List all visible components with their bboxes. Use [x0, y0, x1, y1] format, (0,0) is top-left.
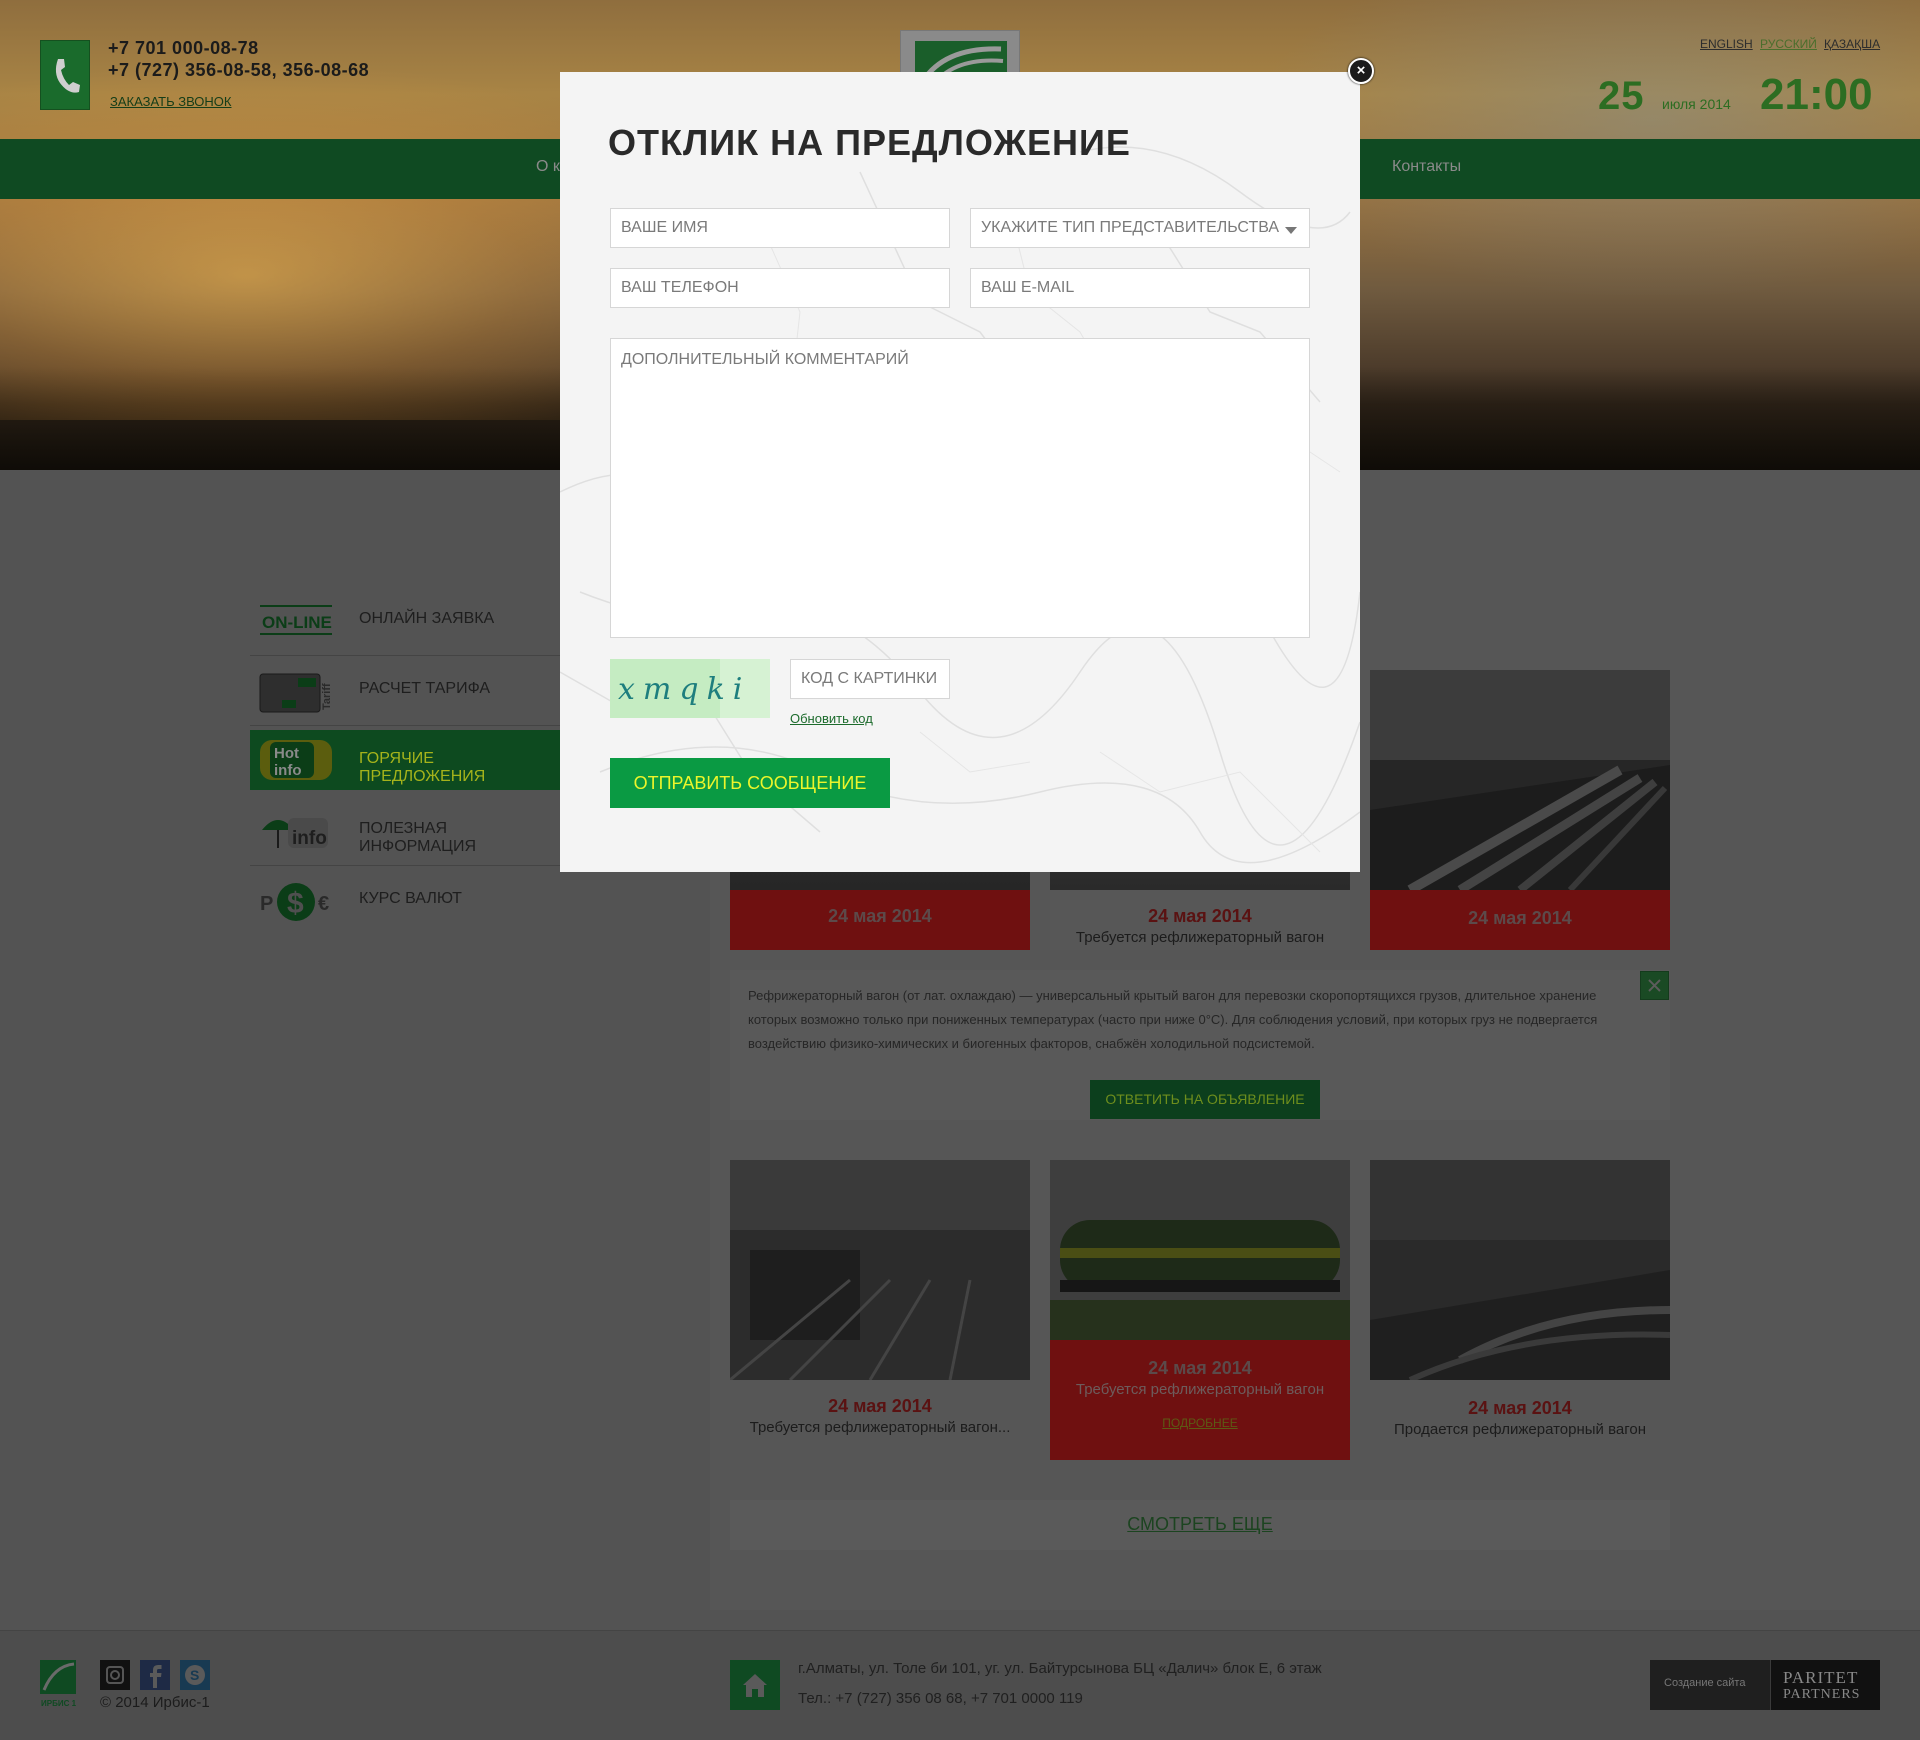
offer-card[interactable]: 24 мая 2014 Требуется рефлижераторный ва…: [730, 1160, 1030, 1450]
sidebar-item-tariff[interactable]: Tariff РАСЧЕТ ТАРИФА: [250, 656, 560, 726]
svg-text:ИРБИС 1: ИРБИС 1: [41, 1699, 76, 1708]
offer-date: 24 мая 2014: [828, 1396, 932, 1416]
footer-address: г.Алматы, ул. Толе би 101, уг. ул. Байту…: [798, 1660, 1322, 1677]
see-more-link[interactable]: СМОТРЕТЬ ЕЩЕ: [730, 1514, 1670, 1535]
close-icon[interactable]: [1640, 971, 1669, 1000]
info-umbrella-icon: info: [258, 810, 338, 854]
lang-english[interactable]: ENGLISH: [1700, 37, 1753, 51]
offer-date: 24 мая 2014: [1148, 1358, 1252, 1378]
phone-input[interactable]: [610, 268, 950, 308]
svg-text:$: $: [287, 887, 304, 920]
modal-close-button[interactable]: ×: [1348, 58, 1374, 84]
offer-date: 24 мая 2014: [828, 906, 932, 926]
sidebar-item-label: ОНЛАЙН ЗАЯВКА: [359, 610, 495, 627]
hot-info-icon: Hot info: [258, 738, 338, 782]
select-placeholder: УКАЖИТЕ ТИП ПРЕДСТАВИТЕЛЬСТВА: [981, 219, 1280, 236]
online-icon: ON-LINE: [258, 600, 338, 644]
footer-logo[interactable]: ИРБИС 1: [40, 1660, 77, 1710]
chevron-down-icon: [1285, 227, 1297, 234]
offer-photo: [1050, 1160, 1350, 1340]
offer-title: Продается рефлижераторный вагон: [1393, 1421, 1647, 1438]
developer-badge[interactable]: Создание сайта PARITET PARTNERS: [1650, 1660, 1880, 1710]
offer-description-text: Рефрижераторный вагон (от лат. охлаждаю)…: [748, 988, 1598, 1051]
svg-text:Tariff: Tariff: [321, 683, 333, 710]
header-phone-1: +7 701 000-08-78: [108, 38, 259, 58]
offer-caption: 24 мая 2014 Требуется рефлижераторный ва…: [1050, 890, 1350, 950]
offer-caption: 24 мая 2014: [730, 890, 1030, 950]
current-time: 21:00: [1760, 70, 1873, 119]
sidebar-item-label: РАСЧЕТ ТАРИФА: [359, 680, 491, 697]
facebook-icon[interactable]: [140, 1660, 170, 1690]
phone-icon: [40, 40, 90, 110]
nav-item-about[interactable]: О к: [536, 158, 560, 176]
offer-date: 24 мая 2014: [1468, 1398, 1572, 1418]
home-icon: [730, 1660, 780, 1710]
developer-logo: PARITET PARTNERS: [1770, 1660, 1880, 1710]
comment-textarea[interactable]: [610, 338, 1310, 638]
developer-name-1: PARITET: [1783, 1668, 1859, 1687]
offer-photo: [1370, 1160, 1670, 1380]
offer-date: 24 мая 2014: [1148, 906, 1252, 926]
sidebar-item-currency[interactable]: Р $ € КУРС ВАЛЮТ: [250, 866, 560, 936]
sidebar-item-label: ПОЛЕЗНАЯ ИНФОРМАЦИЯ: [359, 820, 477, 855]
footer-phone: Тел.: +7 (727) 356 08 68, +7 701 0000 11…: [798, 1690, 1083, 1707]
menu-divider: [250, 725, 560, 726]
svg-text:Hot: Hot: [274, 745, 299, 762]
svg-text:info: info: [292, 828, 327, 849]
lang-kazakh[interactable]: ҚАЗАҚША: [1824, 37, 1880, 51]
svg-text:xmqki: xmqki: [618, 672, 750, 707]
answer-offer-button[interactable]: ОТВЕТИТЬ НА ОБЪЯВЛЕНИЕ: [1090, 1080, 1320, 1119]
currency-icon: Р $ €: [258, 880, 338, 924]
offer-title: Требуется рефлижераторный вагон: [1075, 1381, 1325, 1398]
header-phone-2: +7 (727) 356-08-58, 356-08-68: [108, 60, 370, 80]
offer-title: Требуется рефлижераторный вагон: [1075, 929, 1325, 946]
offer-title: Требуется рефлижераторный вагон...: [749, 1419, 1011, 1436]
offer-photo: [1370, 670, 1670, 890]
svg-text:info: info: [274, 762, 302, 779]
sidebar-item-online[interactable]: ON-LINE ОНЛАЙН ЗАЯВКА: [250, 586, 560, 656]
svg-text:S: S: [190, 1667, 199, 1683]
refresh-captcha-link[interactable]: Обновить код: [790, 711, 873, 726]
captcha-image: xmqki: [610, 659, 770, 718]
sidebar-item-useful-info[interactable]: info ПОЛЕЗНАЯ ИНФОРМАЦИЯ: [250, 796, 560, 866]
date-day: 25: [1598, 74, 1645, 118]
svg-text:€: €: [318, 893, 329, 915]
sidebar-item-hot-offers[interactable]: Hot info ГОРЯЧИЕ ПРЕДЛОЖЕНИЯ: [250, 730, 560, 790]
developer-name-2: PARTNERS: [1783, 1687, 1861, 1702]
send-message-button[interactable]: ОТПРАВИТЬ СООБЩЕНИЕ: [610, 758, 890, 808]
representation-type-select[interactable]: УКАЖИТЕ ТИП ПРЕДСТАВИТЕЛЬСТВА: [970, 208, 1310, 248]
offer-photo: [730, 1160, 1030, 1380]
order-call-link[interactable]: ЗАКАЗАТЬ ЗВОНОК: [110, 94, 232, 109]
skype-icon[interactable]: S: [180, 1660, 210, 1690]
name-input[interactable]: [610, 208, 950, 248]
offer-caption: 24 мая 2014 Требуется рефлижераторный ва…: [1050, 1340, 1350, 1460]
lang-russian[interactable]: РУССКИЙ: [1760, 37, 1817, 51]
developer-label: Создание сайта: [1664, 1677, 1746, 1689]
offer-caption: 24 мая 2014 Продается рефлижераторный ва…: [1370, 1380, 1670, 1450]
copyright-text: © 2014 Ирбис-1: [100, 1694, 210, 1711]
instagram-icon[interactable]: [100, 1660, 130, 1690]
footer: [0, 1630, 1920, 1740]
offer-caption: 24 мая 2014 Требуется рефлижераторный ва…: [730, 1380, 1030, 1450]
svg-text:Р: Р: [260, 893, 273, 915]
offer-card[interactable]: 24 мая 2014 Продается рефлижераторный ва…: [1370, 1160, 1670, 1450]
email-input[interactable]: [970, 268, 1310, 308]
offer-date: 24 мая 2014: [1468, 908, 1572, 928]
sidebar-item-label: КУРС ВАЛЮТ: [359, 890, 462, 907]
more-details-link[interactable]: ПОДРОБНЕЕ: [1162, 1416, 1237, 1430]
captcha-code-input[interactable]: [790, 659, 950, 699]
offer-card[interactable]: 24 мая 2014: [1370, 670, 1670, 950]
sidebar-item-label: ГОРЯЧИЕ ПРЕДЛОЖЕНИЯ: [359, 750, 486, 785]
tariff-icon: Tariff: [258, 670, 338, 714]
offer-card[interactable]: 24 мая 2014 Требуется рефлижераторный ва…: [1050, 1160, 1350, 1460]
modal-title: ОТКЛИК НА ПРЕДЛОЖЕНИЕ: [608, 122, 1131, 163]
svg-text:ON-LINE: ON-LINE: [262, 613, 332, 632]
nav-item-contacts[interactable]: Контакты: [1392, 158, 1461, 176]
date-month-year: июля 2014: [1662, 96, 1731, 112]
offer-caption: 24 мая 2014: [1370, 890, 1670, 950]
